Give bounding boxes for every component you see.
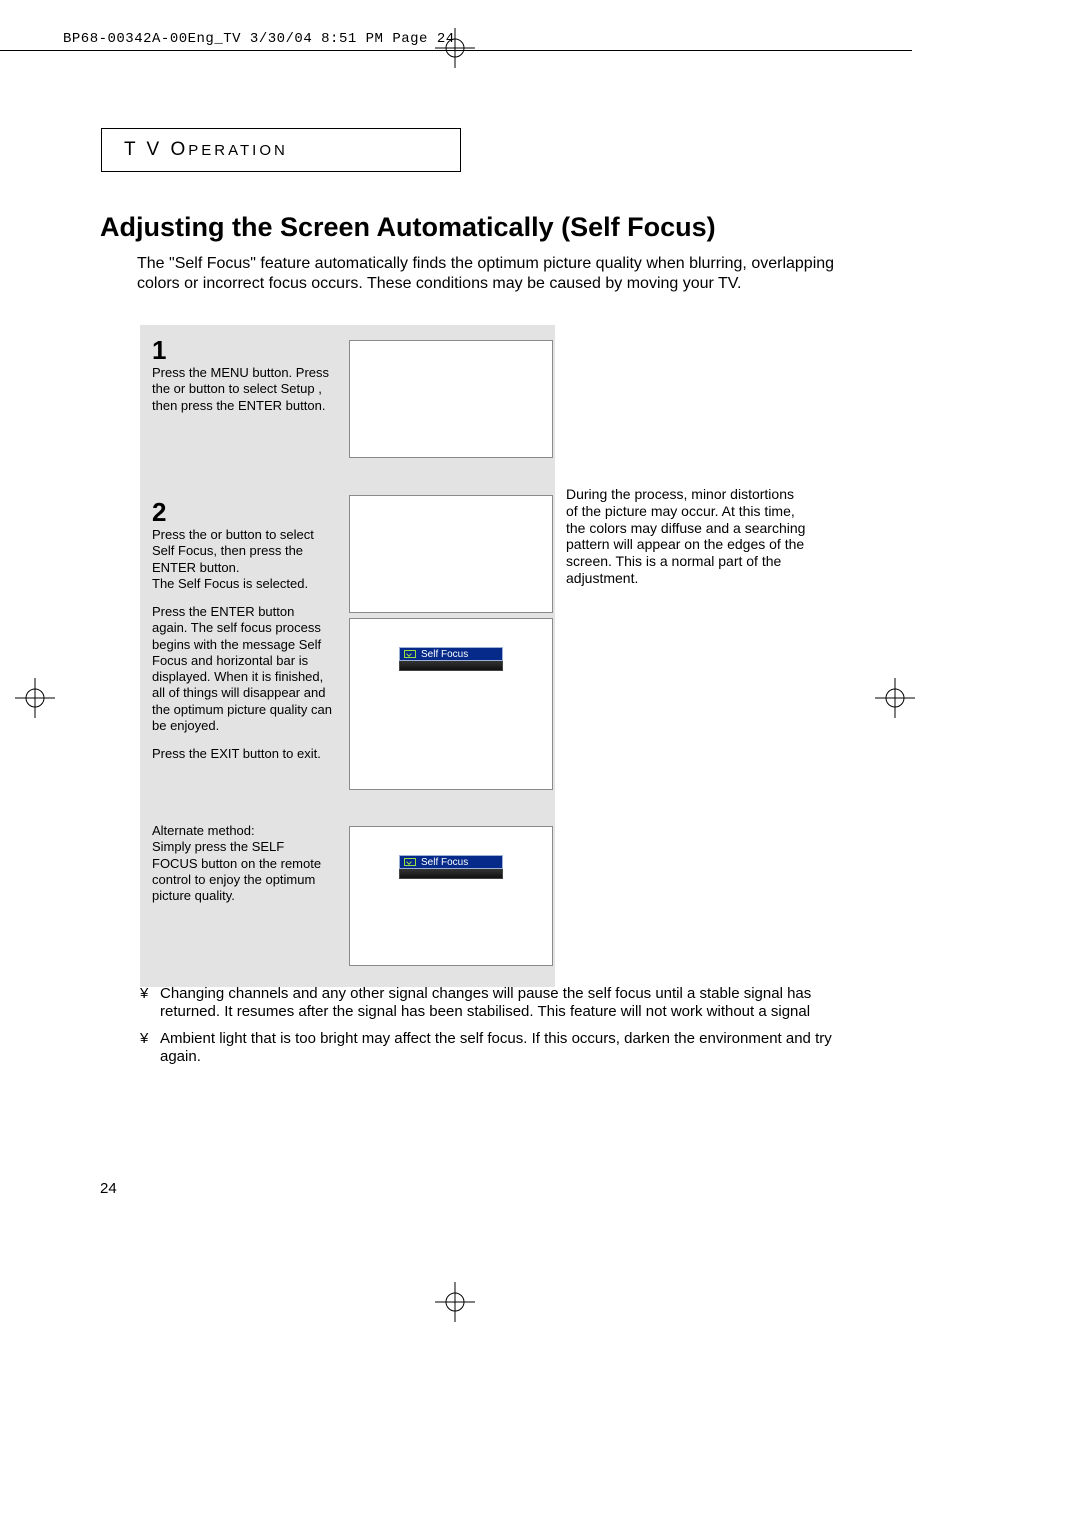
notes-list: ¥ Changing channels and any other signal… — [140, 985, 860, 1074]
osd-label: Self Focus — [421, 857, 468, 868]
osd-label: Self Focus — [421, 649, 468, 660]
step-text: Press the MENU button. Press the or butt… — [152, 365, 332, 414]
note-item: ¥ Ambient light that is too bright may a… — [140, 1030, 860, 1067]
step-text: Press the or button to select Self Focus… — [152, 527, 332, 592]
print-job-header: BP68-00342A-00Eng_TV 3/30/04 8:51 PM Pag… — [63, 31, 455, 47]
crop-mark-icon — [875, 678, 915, 718]
bullet-mark: ¥ — [140, 1030, 152, 1067]
osd-indicator: Self Focus — [399, 855, 503, 879]
step-text: Alternate method: Simply press the SELF … — [152, 823, 332, 904]
bullet-mark: ¥ — [140, 985, 152, 1022]
step-text: Press the EXIT button to exit. — [152, 746, 332, 762]
section-label: T V OPERATION — [124, 139, 288, 161]
tv-screen-illustration — [349, 495, 553, 613]
tv-screen-illustration: Self Focus — [349, 826, 553, 966]
focus-icon — [404, 858, 416, 866]
horizontal-rule — [0, 50, 912, 51]
section-header-box: T V OPERATION — [101, 128, 461, 172]
note-item: ¥ Changing channels and any other signal… — [140, 985, 860, 1022]
intro-paragraph: The "Self Focus" feature automatically f… — [137, 254, 857, 294]
tv-screen-illustration — [349, 340, 553, 458]
crop-mark-icon — [435, 1282, 475, 1322]
note-text: Ambient light that is too bright may aff… — [160, 1030, 860, 1067]
step-text: Press the ENTER button again. The self f… — [152, 604, 332, 734]
note-text: Changing channels and any other signal c… — [160, 985, 860, 1022]
focus-icon — [404, 650, 416, 658]
page-number: 24 — [100, 1180, 117, 1197]
page-title: Adjusting the Screen Automatically (Self… — [100, 212, 716, 243]
tv-screen-illustration: Self Focus — [349, 618, 553, 790]
side-note: During the process, minor distortions of… — [566, 486, 806, 587]
crop-mark-icon — [15, 678, 55, 718]
osd-indicator: Self Focus — [399, 647, 503, 671]
